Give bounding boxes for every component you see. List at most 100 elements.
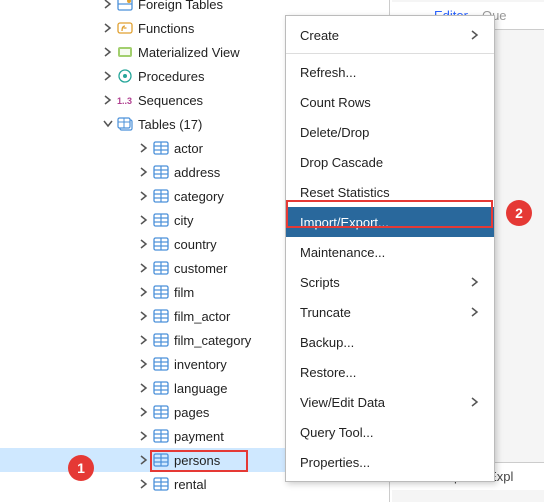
tree-group-label: Foreign Tables	[138, 0, 223, 12]
menu-item-label: Query Tool...	[300, 425, 373, 440]
context-menu: Create Refresh... Count Rows Delete/Drop Dro…	[285, 15, 495, 482]
table-icon	[152, 355, 170, 373]
menu-item-backup[interactable]: Backup...	[286, 327, 494, 357]
table-icon	[152, 451, 170, 469]
chevron-right-icon[interactable]	[100, 68, 116, 84]
chevron-right-icon[interactable]	[136, 260, 152, 276]
tree-group-label: Procedures	[138, 69, 204, 84]
tree-group-label: Sequences	[138, 93, 203, 108]
menu-item-drop-cascade[interactable]: Drop Cascade	[286, 147, 494, 177]
tree-table-label: city	[174, 213, 194, 228]
menu-item-delete-drop[interactable]: Delete/Drop	[286, 117, 494, 147]
table-icon	[152, 139, 170, 157]
materialized-views-icon	[116, 43, 134, 61]
sequences-icon: 1..3	[116, 91, 134, 109]
menu-item-label: Properties...	[300, 455, 370, 470]
table-icon	[152, 259, 170, 277]
svg-text:1..3: 1..3	[117, 96, 132, 106]
foreign-tables-icon	[116, 0, 134, 13]
menu-item-count-rows[interactable]: Count Rows	[286, 87, 494, 117]
chevron-right-icon[interactable]	[136, 140, 152, 156]
menu-item-label: Import/Export...	[300, 215, 389, 230]
chevron-right-icon	[470, 307, 480, 317]
tree-group-label: Materialized View	[138, 45, 240, 60]
tree-table-label: inventory	[174, 357, 227, 372]
chevron-right-icon[interactable]	[136, 308, 152, 324]
table-icon	[152, 403, 170, 421]
tree-group-foreign-tables[interactable]: Foreign Tables	[0, 0, 389, 16]
tree-table-label: address	[174, 165, 220, 180]
chevron-right-icon	[470, 30, 480, 40]
menu-item-label: View/Edit Data	[300, 395, 385, 410]
chevron-right-icon	[470, 277, 480, 287]
table-icon	[152, 379, 170, 397]
tree-table-label: actor	[174, 141, 203, 156]
chevron-right-icon	[470, 397, 480, 407]
chevron-right-icon[interactable]	[136, 332, 152, 348]
tree-table-label: language	[174, 381, 228, 396]
tree-table-label: customer	[174, 261, 227, 276]
tree-table-label: country	[174, 237, 217, 252]
tree-table-label: payment	[174, 429, 224, 444]
chevron-right-icon[interactable]	[136, 452, 152, 468]
table-icon	[152, 307, 170, 325]
functions-icon	[116, 19, 134, 37]
menu-separator	[286, 53, 494, 54]
menu-item-label: Count Rows	[300, 95, 371, 110]
chevron-right-icon[interactable]	[100, 92, 116, 108]
menu-item-label: Scripts	[300, 275, 340, 290]
tree-table-label: film_category	[174, 333, 251, 348]
chevron-right-icon[interactable]	[136, 188, 152, 204]
chevron-right-icon[interactable]	[100, 20, 116, 36]
menu-item-label: Delete/Drop	[300, 125, 369, 140]
menu-item-create[interactable]: Create	[286, 20, 494, 50]
menu-item-restore[interactable]: Restore...	[286, 357, 494, 387]
tree-table-label: film_actor	[174, 309, 230, 324]
table-icon	[152, 427, 170, 445]
table-icon	[152, 331, 170, 349]
chevron-right-icon[interactable]	[136, 428, 152, 444]
chevron-right-icon[interactable]	[136, 476, 152, 492]
chevron-right-icon[interactable]	[136, 356, 152, 372]
menu-item-label: Maintenance...	[300, 245, 385, 260]
chevron-right-icon[interactable]	[136, 164, 152, 180]
tree-table-label: film	[174, 285, 194, 300]
table-icon	[152, 475, 170, 493]
chevron-right-icon[interactable]	[136, 284, 152, 300]
menu-item-label: Reset Statistics	[300, 185, 390, 200]
table-icon	[152, 187, 170, 205]
menu-item-scripts[interactable]: Scripts	[286, 267, 494, 297]
chevron-down-icon[interactable]	[100, 116, 116, 132]
chevron-right-icon[interactable]	[100, 0, 116, 12]
menu-item-truncate[interactable]: Truncate	[286, 297, 494, 327]
tree-table-label: rental	[174, 477, 207, 492]
tree-table-label: category	[174, 189, 224, 204]
table-icon	[152, 163, 170, 181]
table-icon	[152, 283, 170, 301]
chevron-right-icon[interactable]	[136, 236, 152, 252]
tree-group-label: Tables (17)	[138, 117, 202, 132]
chevron-right-icon[interactable]	[100, 44, 116, 60]
menu-item-label: Backup...	[300, 335, 354, 350]
tree-group-label: Functions	[138, 21, 194, 36]
menu-item-view-edit-data[interactable]: View/Edit Data	[286, 387, 494, 417]
menu-item-reset-statistics[interactable]: Reset Statistics	[286, 177, 494, 207]
menu-item-refresh[interactable]: Refresh...	[286, 57, 494, 87]
annotation-badge-1: 1	[68, 455, 94, 481]
menu-item-import-export[interactable]: Import/Export...	[286, 207, 494, 237]
table-icon	[152, 211, 170, 229]
menu-item-properties[interactable]: Properties...	[286, 447, 494, 477]
menu-item-label: Truncate	[300, 305, 351, 320]
menu-item-query-tool[interactable]: Query Tool...	[286, 417, 494, 447]
annotation-badge-2: 2	[506, 200, 532, 226]
chevron-right-icon[interactable]	[136, 212, 152, 228]
tree-table-label: persons	[174, 453, 220, 468]
chevron-right-icon[interactable]	[136, 380, 152, 396]
tables-group-icon	[116, 115, 134, 133]
menu-item-label: Restore...	[300, 365, 356, 380]
menu-item-maintenance[interactable]: Maintenance...	[286, 237, 494, 267]
table-icon	[152, 235, 170, 253]
procedures-icon	[116, 67, 134, 85]
tree-table-label: pages	[174, 405, 209, 420]
chevron-right-icon[interactable]	[136, 404, 152, 420]
